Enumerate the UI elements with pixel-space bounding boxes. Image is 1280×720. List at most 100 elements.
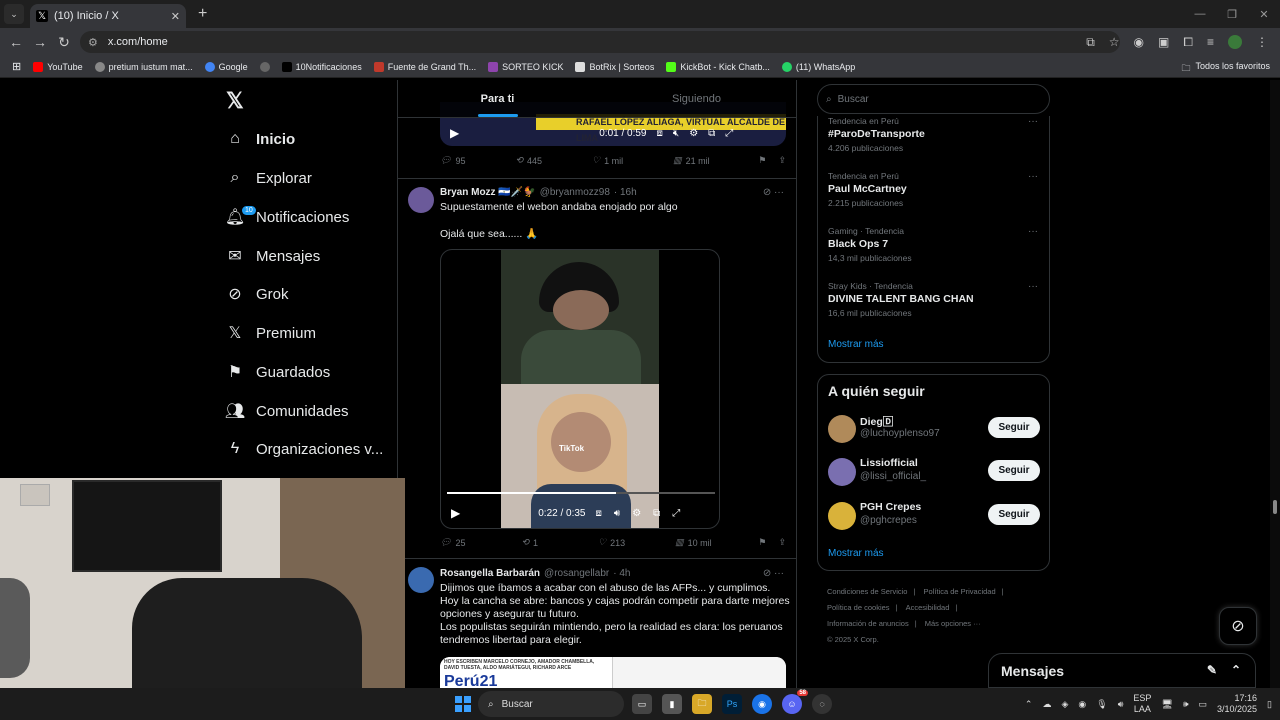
bookmark-button[interactable]: ⚑ — [758, 537, 766, 548]
bookmark-button[interactable]: ⚑ — [758, 155, 766, 166]
bookmark-item[interactable]: Fuente de Grand Th... — [373, 61, 476, 72]
video-progress-bar[interactable] — [447, 492, 715, 494]
nav-organizations[interactable]: ϟ Organizaciones v... — [226, 434, 384, 464]
profile-avatar[interactable] — [1228, 35, 1242, 49]
trend-item[interactable]: Gaming · Tendencia Black Ops 7 14,3 mil … — [828, 226, 1038, 263]
speaker-icon[interactable]: 🕪 — [1183, 699, 1189, 710]
avatar[interactable] — [408, 567, 434, 593]
messages-drawer[interactable]: Mensajes ✎ ⌃ — [988, 653, 1256, 688]
tweet-bryan[interactable]: Bryan Mozz 🇸🇻🗡️🐓 @bryanmozz98 · 16h ⊘ ··… — [398, 178, 796, 558]
tweet-more[interactable]: ⊘ ··· — [763, 187, 784, 198]
tweet-image[interactable]: HOY ESCRIBEN MARCELO CORNEJO, AMADOR CHA… — [440, 657, 786, 688]
bookmark-item[interactable]: YouTube — [33, 61, 83, 72]
menu-kebab-icon[interactable]: ⋮ — [1256, 35, 1268, 49]
x-logo-icon[interactable]: 𝕏 — [226, 88, 244, 114]
bookmark-item[interactable]: BotRix | Sorteos — [575, 61, 654, 72]
file-explorer-icon[interactable]: 🗀 — [692, 694, 712, 714]
search-input[interactable]: ⌕ Buscar — [817, 84, 1050, 114]
mute-icon[interactable]: 🔇︎ — [673, 128, 679, 139]
more-icon[interactable]: ··· — [1028, 226, 1038, 237]
show-more-trends-link[interactable]: Mostrar más — [828, 339, 884, 350]
tray-app-icon[interactable]: ◉ — [1078, 699, 1086, 710]
discord-icon[interactable]: ☺ 58 — [782, 690, 808, 714]
follow-suggestion[interactable]: PGH Crepes @pghcrepes Seguir — [828, 500, 1040, 532]
microphone-icon[interactable]: 🎙︎ — [1096, 699, 1107, 710]
close-window-button[interactable]: ✕ — [1248, 0, 1280, 28]
more-icon[interactable]: ··· — [774, 187, 784, 198]
bookmark-item[interactable]: 10Notificaciones — [281, 61, 362, 72]
like-button[interactable]: ♡ 213 — [598, 537, 625, 548]
avatar[interactable] — [828, 415, 856, 443]
play-icon[interactable]: ▶ — [450, 126, 459, 140]
maximize-button[interactable]: ❐ — [1216, 0, 1248, 28]
avatar[interactable] — [828, 458, 856, 486]
more-icon[interactable]: ··· — [774, 568, 784, 579]
grok-floating-button[interactable]: ⊘ — [1219, 607, 1257, 645]
task-view-icon[interactable]: ▭ — [632, 694, 652, 714]
site-info-icon[interactable]: ⚙ — [88, 36, 98, 49]
settings-icon[interactable]: ⚙ — [632, 508, 641, 519]
tab-search-button[interactable]: ⌄ — [4, 4, 24, 24]
footer-link[interactable]: Política de Privacidad — [924, 587, 996, 596]
pip-icon[interactable]: ⧉ — [708, 128, 715, 139]
nav-premium[interactable]: 𝕏 Premium — [226, 318, 316, 348]
tray-app-icon[interactable]: ◈ — [1061, 699, 1068, 710]
nav-communities[interactable]: 👥︎ Comunidades — [225, 396, 349, 426]
reply-button[interactable]: 💬︎ 25 — [440, 537, 465, 548]
author-handle[interactable]: @bryanmozz98 — [540, 187, 610, 198]
battery-icon[interactable]: ▭ — [1198, 699, 1207, 710]
views-button[interactable]: ▥ 10 mil — [675, 537, 712, 548]
clock[interactable]: 17:16 3/10/2025 — [1217, 693, 1257, 715]
nav-bookmarks[interactable]: ⚑ Guardados — [226, 357, 330, 387]
all-bookmarks[interactable]: 🗀 Todos los favoritos — [1181, 61, 1270, 77]
bookmark-item[interactable]: SORTEO KICK — [488, 61, 563, 72]
app-icon[interactable]: ▮ — [662, 694, 682, 714]
onedrive-icon[interactable]: ☁ — [1042, 699, 1051, 710]
tweet-video[interactable]: TikTok ▶ 0:22 / 0:35 ⧈ 🔊︎ ⚙ ⧉ ⤢ — [440, 249, 720, 529]
app-icon[interactable]: ◌ — [812, 694, 832, 714]
grok-icon[interactable]: ⊘ — [763, 187, 771, 198]
language-indicator[interactable]: ESP LAA — [1133, 693, 1151, 715]
avatar[interactable] — [408, 187, 434, 213]
forward-button[interactable]: → — [28, 34, 52, 50]
chrome-icon[interactable]: ◉ — [752, 694, 772, 714]
close-tab-icon[interactable]: ✕ — [171, 10, 180, 23]
like-button[interactable]: ♡ 1 mil — [592, 155, 623, 166]
nav-home[interactable]: ⌂ Inicio — [226, 124, 295, 154]
footer-link[interactable]: Más opciones ··· — [925, 619, 981, 628]
volume-icon[interactable]: 🔊︎ — [614, 508, 620, 519]
reading-list-icon[interactable]: ≡ — [1207, 35, 1214, 49]
new-message-icon[interactable]: ✎ — [1207, 663, 1217, 677]
extension-icon[interactable]: ▣ — [1158, 35, 1169, 49]
fullscreen-icon[interactable]: ⤢ — [725, 128, 733, 139]
nav-grok[interactable]: ⊘ Grok — [226, 279, 288, 309]
footer-link[interactable]: Condiciones de Servicio — [827, 587, 907, 596]
nav-messages[interactable]: ✉ Mensajes — [226, 241, 320, 271]
views-button[interactable]: ▥ 21 mil — [673, 155, 710, 166]
minimize-button[interactable]: — — [1184, 0, 1216, 28]
nav-explore[interactable]: ⌕ Explorar — [226, 163, 312, 193]
author-handle[interactable]: @rosangellabr — [544, 568, 609, 579]
more-icon[interactable]: ··· — [1028, 171, 1038, 182]
taskbar-search[interactable]: ⌕ Buscar — [478, 691, 624, 717]
more-icon[interactable]: ··· — [1028, 281, 1038, 292]
follow-button[interactable]: Seguir — [988, 417, 1040, 438]
share-button[interactable]: ⇪ — [778, 155, 786, 166]
grok-icon[interactable]: ⊘ — [763, 568, 771, 579]
follow-suggestion[interactable]: Dieg🄳 @luchoyplenso97 Seguir — [828, 413, 1040, 445]
tweet-rosangella[interactable]: Rosangella Barbarán @rosangellabr · 4h ⊘… — [398, 558, 796, 688]
volume-icon[interactable]: 🔊︎ — [1118, 699, 1124, 710]
extension-icon[interactable]: ◉ — [1134, 35, 1144, 49]
scrollbar-thumb[interactable] — [1273, 500, 1277, 514]
install-app-icon[interactable]: ⧉ — [1086, 35, 1095, 50]
reload-button[interactable]: ↻ — [52, 34, 76, 51]
new-tab-button[interactable]: + — [198, 5, 207, 23]
trend-item[interactable]: Tendencia en Perú #ParoDeTransporte 4.20… — [828, 116, 1038, 153]
star-bookmark-icon[interactable]: ☆ — [1109, 35, 1120, 49]
notifications-icon[interactable]: ▯ — [1267, 699, 1272, 710]
footer-link[interactable]: Política de cookies — [827, 603, 890, 612]
bookmark-item[interactable]: (11) WhatsApp — [781, 61, 855, 72]
tweet-more[interactable]: ⊘ ··· — [763, 568, 784, 579]
bookmark-item[interactable]: KickBot - Kick Chatb... — [666, 61, 770, 72]
pip-icon[interactable]: ⧉ — [653, 508, 660, 519]
